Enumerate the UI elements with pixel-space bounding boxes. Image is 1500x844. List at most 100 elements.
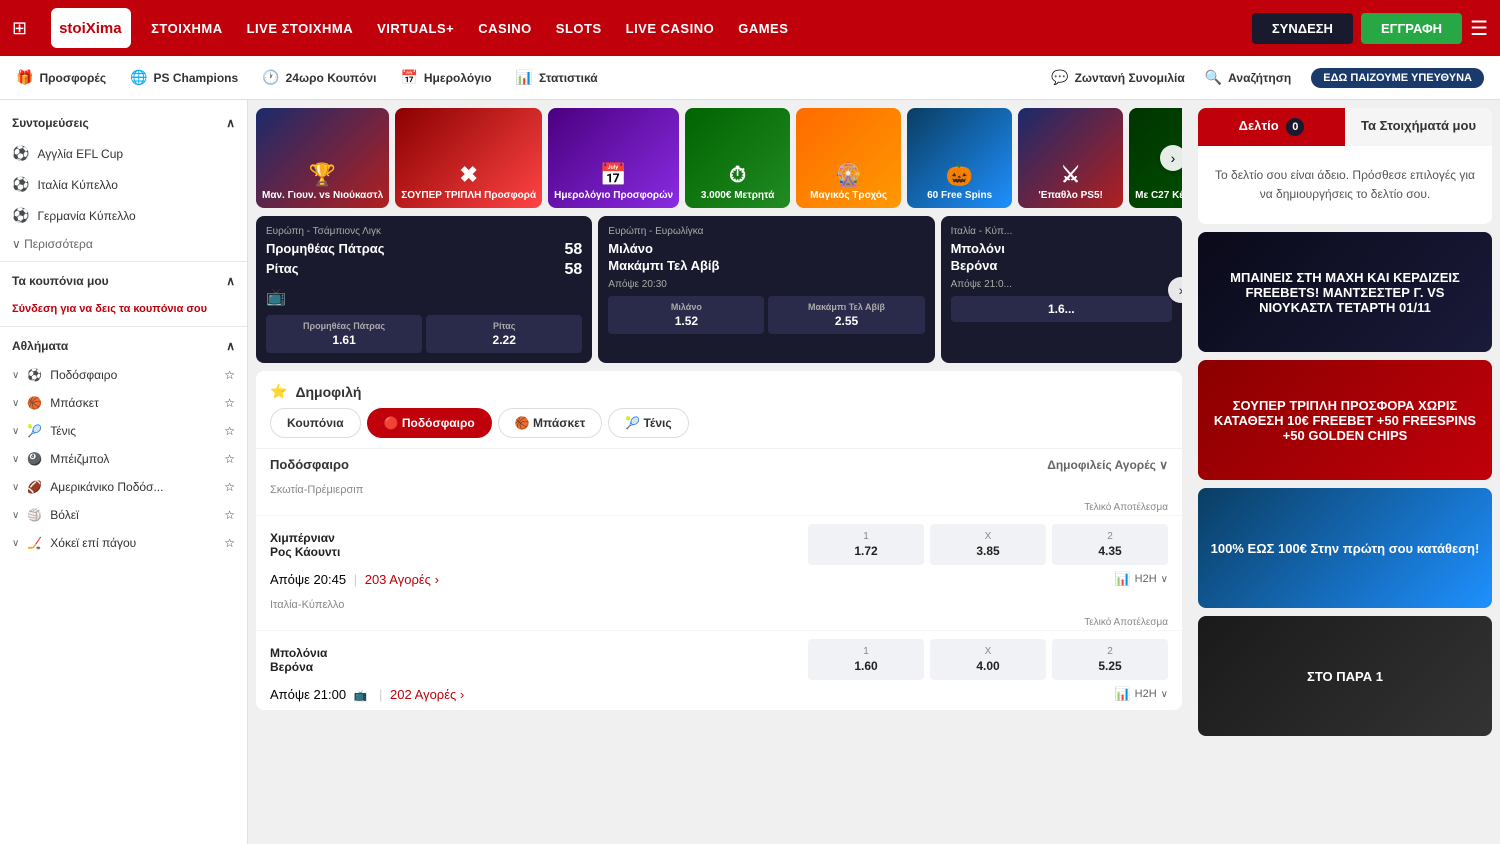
nav-virtuals[interactable]: VIRTUALS+ bbox=[377, 21, 454, 36]
fav-star-icon[interactable]: ☆ bbox=[224, 368, 235, 382]
sub-nav-ps-champions[interactable]: 🌐 PS Champions bbox=[130, 69, 238, 86]
sidebar-login-hint[interactable]: Σύνδεση για να δεις τα κουπόνια σου bbox=[0, 296, 247, 322]
nav-stoixima[interactable]: ΣΤΟΙΧΗΜΑ bbox=[151, 21, 223, 36]
nav-casino[interactable]: CASINO bbox=[478, 21, 532, 36]
banner-ps-champ[interactable]: ΜΠΑΙΝΕΙΣ ΣΤΗ ΜΑΧΗ ΚΑΙ ΚΕΡΔΙΖΕΙΣ FREEBETS… bbox=[1198, 232, 1492, 352]
match1-team1: Προμηθέας Πάτρας bbox=[266, 241, 385, 257]
sports-header[interactable]: Αθλήματα ∧ bbox=[0, 331, 247, 361]
match-cards-row: Ευρώπη - Τσάμπιονς Λιγκ Προμηθέας Πάτρας… bbox=[256, 216, 1182, 363]
banner-100[interactable]: 100% ΕΩΣ 100€ Στην πρώτη σου κατάθεση! bbox=[1198, 488, 1492, 608]
bet-odd-x-button[interactable]: Χ 3.85 bbox=[930, 524, 1046, 565]
bet-odd-2b-button[interactable]: 2 5.25 bbox=[1052, 639, 1168, 680]
match2-odd2-button[interactable]: Μακάμπι Τελ Αβίβ 2.55 bbox=[768, 296, 924, 334]
fav-star-icon-3[interactable]: ☆ bbox=[224, 424, 235, 438]
arrow-down-icon-7: ∨ bbox=[12, 538, 19, 549]
tab-tennis[interactable]: 🎾 Τένις bbox=[608, 408, 688, 438]
sub-nav-live-chat[interactable]: 💬 Ζωντανή Συνομιλία bbox=[1051, 69, 1185, 86]
banner-super-tripla[interactable]: ΣΟΥΠΕΡ ΤΡΙΠΛΗ ΠΡΟΣΦΟΡΑ ΧΩΡΙΣ ΚΑΤΑΘΕΣΗ 10… bbox=[1198, 360, 1492, 480]
promo-nav-right-button[interactable]: › bbox=[1160, 145, 1182, 171]
sidebar-sport-basketball[interactable]: ∨ 🏀 Μπάσκετ ☆ bbox=[0, 389, 247, 417]
clock-icon: 🕐 bbox=[262, 69, 279, 86]
sidebar-sport-hockey[interactable]: ∨ 🏒 Χόκεϊ επί πάγου ☆ bbox=[0, 529, 247, 557]
nav-live-casino[interactable]: LIVE CASINO bbox=[626, 21, 715, 36]
chat-icon: 💬 bbox=[1051, 69, 1068, 86]
sidebar-sport-baseball[interactable]: ∨ 🎱 Μπέιζμπολ ☆ bbox=[0, 445, 247, 473]
match1-odd2-button[interactable]: Ρίτας 2.22 bbox=[426, 315, 582, 353]
bet-odd-xb-button[interactable]: Χ 4.00 bbox=[930, 639, 1046, 680]
football-icon-2: ⚽ bbox=[12, 176, 29, 193]
sport-tennis-label: Τένις bbox=[50, 424, 76, 438]
sidebar-item-england-efl[interactable]: ⚽ Αγγλία EFL Cup bbox=[0, 138, 247, 169]
match1-markets[interactable]: 203 Αγορές bbox=[365, 572, 431, 587]
match3-odd1-button[interactable]: 1.6... bbox=[951, 296, 1172, 322]
sub-nav-coupon24[interactable]: 🕐 24ωρο Κουπόνι bbox=[262, 69, 376, 86]
betslip-tab-active[interactable]: Δελτίο 0 bbox=[1198, 108, 1345, 146]
shortcuts-header[interactable]: Συντομεύσεις ∧ bbox=[0, 108, 247, 138]
sidebar-sport-volleyball[interactable]: ∨ 🏐 Βόλεϊ ☆ bbox=[0, 501, 247, 529]
promo-card-freespins[interactable]: 🎃 60 Free Spins bbox=[907, 108, 1012, 208]
sport-volleyball-label: Βόλεϊ bbox=[50, 508, 78, 522]
promo-card-offer[interactable]: 📅 Ημερολόγιο Προσφορών bbox=[548, 108, 679, 208]
sidebar-item-italy-cup[interactable]: ⚽ Ιταλία Κύπελλο bbox=[0, 169, 247, 200]
right-panel: Δελτίο 0 Τα Στοιχήματά μου Το δελτίο σου… bbox=[1190, 100, 1500, 844]
main-layout: Συντομεύσεις ∧ ⚽ Αγγλία EFL Cup ⚽ Ιταλία… bbox=[0, 100, 1500, 844]
bet-odd-1-button[interactable]: 1 1.72 bbox=[808, 524, 924, 565]
nav-slots[interactable]: SLOTS bbox=[556, 21, 602, 36]
main-content: 🏆 Μαν. Γιουν. vs Νιούκαστλ ✖ ΣΟΥΠΕΡ ΤΡΙΠ… bbox=[248, 100, 1190, 844]
bet-odds-row-1: 1 1.72 Χ 3.85 2 4.35 bbox=[808, 524, 1168, 565]
logo[interactable]: stoiXima bbox=[51, 8, 131, 48]
arrow-down-icon-6: ∨ bbox=[12, 510, 19, 521]
sidebar-sport-american-football[interactable]: ∨ 🏈 Αμερικάνικο Ποδόσ... ☆ bbox=[0, 473, 247, 501]
sidebar-sport-tennis[interactable]: ∨ 🎾 Τένις ☆ bbox=[0, 417, 247, 445]
nav-live-stoixima[interactable]: LIVE ΣΤΟΙΧΗΜΑ bbox=[247, 21, 354, 36]
fav-star-icon-2[interactable]: ☆ bbox=[224, 396, 235, 410]
sidebar-item-germany-cup[interactable]: ⚽ Γερμανία Κύπελλο bbox=[0, 200, 247, 231]
match2-markets[interactable]: 202 Αγορές bbox=[390, 687, 456, 702]
italy-cup-league: Ιταλία-Κύπελλο bbox=[256, 595, 1182, 617]
banner-para1[interactable]: ΣΤΟ ΠΑΡΑ 1 bbox=[1198, 616, 1492, 736]
bet-odd-1b-button[interactable]: 1 1.60 bbox=[808, 639, 924, 680]
match-card-2: Ευρώπη - Ευρωλίγκα Μιλάνο Μακάμπι Τελ Αβ… bbox=[598, 216, 934, 363]
sidebar-england-label: Αγγλία EFL Cup bbox=[37, 147, 123, 161]
nav-games[interactable]: GAMES bbox=[738, 21, 788, 36]
bet-odd-1b-val: 1.60 bbox=[854, 659, 877, 673]
promo-card-counter[interactable]: ⏱ 3.000€ Μετρητά bbox=[685, 108, 790, 208]
tv-icon-2: 📺 bbox=[354, 690, 368, 702]
sub-nav-search[interactable]: 🔍 Αναζήτηση bbox=[1205, 69, 1292, 86]
bet-odd-2-button[interactable]: 2 4.35 bbox=[1052, 524, 1168, 565]
tab-football[interactable]: 🔴 Ποδόσφαιρο bbox=[367, 408, 492, 438]
sidebar-more[interactable]: ∨ Περισσότερα bbox=[0, 231, 247, 257]
bet-odd-2-val: 4.35 bbox=[1098, 544, 1121, 558]
match3-odd1-val: 1.6... bbox=[1048, 302, 1075, 316]
tab-coupons[interactable]: Κουπόνια bbox=[270, 408, 361, 438]
promo-card-wheel[interactable]: 🎡 Μαγικός Τροχός bbox=[796, 108, 901, 208]
popular-markets-dropdown[interactable]: Δημοφιλείς Αγορές ∨ bbox=[1047, 458, 1168, 472]
fav-star-icon-5[interactable]: ☆ bbox=[224, 480, 235, 494]
grid-icon[interactable]: ⊞ bbox=[12, 18, 27, 39]
fav-star-icon-6[interactable]: ☆ bbox=[224, 508, 235, 522]
betslip-tab-my-bets[interactable]: Τα Στοιχήματά μου bbox=[1345, 108, 1492, 146]
sub-nav-offers[interactable]: 🎁 Προσφορές bbox=[16, 69, 106, 86]
promo-card-ps-champ[interactable]: 🏆 Μαν. Γιουν. vs Νιούκαστλ bbox=[256, 108, 389, 208]
register-button[interactable]: ΕΓΓΡΑΦΗ bbox=[1361, 13, 1462, 44]
match2-odd1-button[interactable]: Μιλάνο 1.52 bbox=[608, 296, 764, 334]
my-coupons-arrow: ∧ bbox=[226, 274, 235, 288]
sub-nav-stats[interactable]: 📊 Στατιστικά bbox=[516, 69, 598, 86]
tab-basketball[interactable]: 🏀 Μπάσκετ bbox=[498, 408, 602, 438]
fav-star-icon-7[interactable]: ☆ bbox=[224, 536, 235, 550]
promo-card-super-tripla[interactable]: ✖ ΣΟΥΠΕΡ ΤΡΙΠΛΗ Προσφορά bbox=[395, 108, 542, 208]
my-coupons-header[interactable]: Τα κουπόνια μου ∧ bbox=[0, 266, 247, 296]
burger-icon[interactable]: ☰ bbox=[1470, 16, 1488, 41]
match1-odds: Προμηθέας Πάτρας 1.61 Ρίτας 2.22 bbox=[266, 315, 582, 353]
login-button[interactable]: ΣΥΝΔΕΣΗ bbox=[1252, 13, 1353, 44]
match1-odd1-button[interactable]: Προμηθέας Πάτρας 1.61 bbox=[266, 315, 422, 353]
fav-star-icon-4[interactable]: ☆ bbox=[224, 452, 235, 466]
promo-card-ps5[interactable]: ⚔ 'Επαθλο PS5! bbox=[1018, 108, 1123, 208]
bet-teams-1: Χιμπέρνιαν Ρος Κάουντι bbox=[270, 531, 340, 559]
bet-row-bologna: Μπολόνια Βερόνα 1 1.60 Χ 4.00 2 bbox=[256, 630, 1182, 710]
match2-team1: Μιλάνο bbox=[608, 241, 924, 256]
basketball-sport-icon: 🏀 bbox=[27, 396, 42, 410]
match1-league: Ευρώπη - Τσάμπιονς Λιγκ bbox=[266, 226, 582, 237]
sub-nav-calendar[interactable]: 📅 Ημερολόγιο bbox=[400, 69, 491, 86]
sidebar-sport-football[interactable]: ∨ ⚽ Ποδόσφαιρο ☆ bbox=[0, 361, 247, 389]
